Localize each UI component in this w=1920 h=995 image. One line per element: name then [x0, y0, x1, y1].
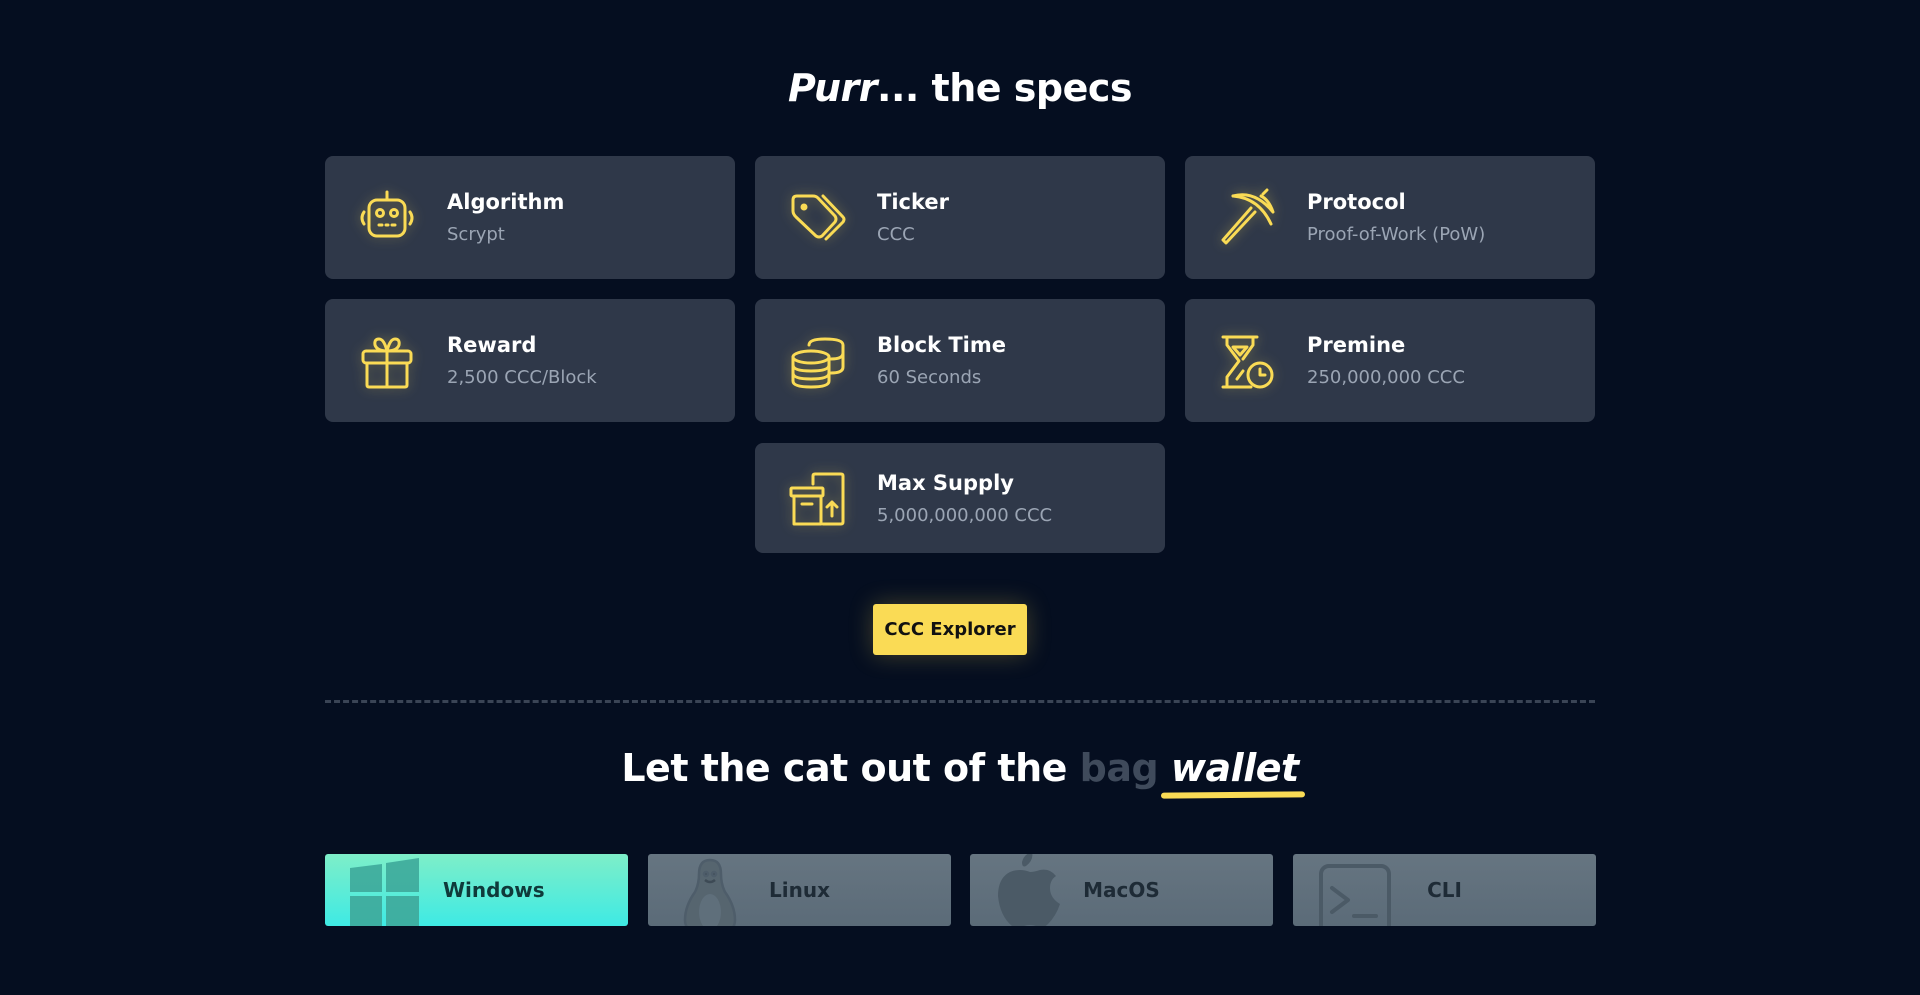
specs-title-italic: Purr	[787, 66, 878, 110]
ccc-explorer-button[interactable]: CCC Explorer	[873, 604, 1027, 655]
spec-card-algorithm: Algorithm Scrypt	[325, 156, 735, 279]
spec-card-ticker: Ticker CCC	[755, 156, 1165, 279]
robot-icon	[355, 186, 419, 250]
windows-icon	[347, 854, 422, 926]
coins-icon	[785, 329, 849, 393]
box-upload-icon	[785, 466, 849, 530]
spec-card-max-supply: Max Supply 5,000,000,000 CCC	[755, 443, 1165, 553]
wallet-title-struck: bag	[1079, 746, 1159, 790]
pickaxe-icon	[1215, 186, 1279, 250]
specs-title-rest: ... the specs	[877, 66, 1133, 110]
wallet-title-prefix: Let the cat out of the	[621, 746, 1080, 790]
page: Purr... the specs Algorithm Scrypt Ticke…	[0, 0, 1920, 995]
platform-label: CLI	[1427, 878, 1462, 902]
spec-label: Protocol	[1307, 190, 1406, 214]
platform-label: Windows	[443, 878, 545, 902]
platform-label: MacOS	[1083, 878, 1160, 902]
spec-card-block-time: Block Time 60 Seconds	[755, 299, 1165, 422]
specs-title: Purr... the specs	[0, 66, 1920, 110]
spec-card-protocol: Protocol Proof-of-Work (PoW)	[1185, 156, 1595, 279]
spec-card-reward: Reward 2,500 CCC/Block	[325, 299, 735, 422]
section-divider	[325, 700, 1595, 703]
spec-value: 250,000,000 CCC	[1307, 367, 1465, 388]
spec-value: 60 Seconds	[877, 367, 982, 388]
spec-value: Scrypt	[447, 224, 505, 245]
platform-button-cli[interactable]: CLI	[1293, 854, 1596, 926]
spec-label: Premine	[1307, 333, 1406, 357]
spec-value: 5,000,000,000 CCC	[877, 504, 1053, 526]
tags-icon	[785, 186, 849, 250]
spec-card-premine: Premine 250,000,000 CCC	[1185, 299, 1595, 422]
wallet-title-highlight: wallet	[1170, 746, 1299, 790]
spec-value: 2,500 CCC/Block	[447, 367, 597, 388]
spec-value: CCC	[877, 224, 915, 245]
spec-label: Ticker	[877, 190, 949, 214]
platform-label: Linux	[769, 878, 830, 902]
spec-label: Block Time	[877, 333, 1007, 357]
platform-button-windows[interactable]: Windows	[325, 854, 628, 926]
platform-button-linux[interactable]: Linux	[648, 854, 951, 926]
spec-label: Algorithm	[447, 190, 565, 214]
gift-icon	[355, 329, 419, 393]
wallet-title: Let the cat out of the bag wallet	[0, 746, 1920, 790]
hourglass-clock-icon	[1215, 329, 1279, 393]
platform-button-macos[interactable]: MacOS	[970, 854, 1273, 926]
spec-label: Reward	[447, 333, 537, 357]
spec-value: Proof-of-Work (PoW)	[1307, 224, 1486, 245]
spec-label: Max Supply	[877, 470, 1014, 495]
